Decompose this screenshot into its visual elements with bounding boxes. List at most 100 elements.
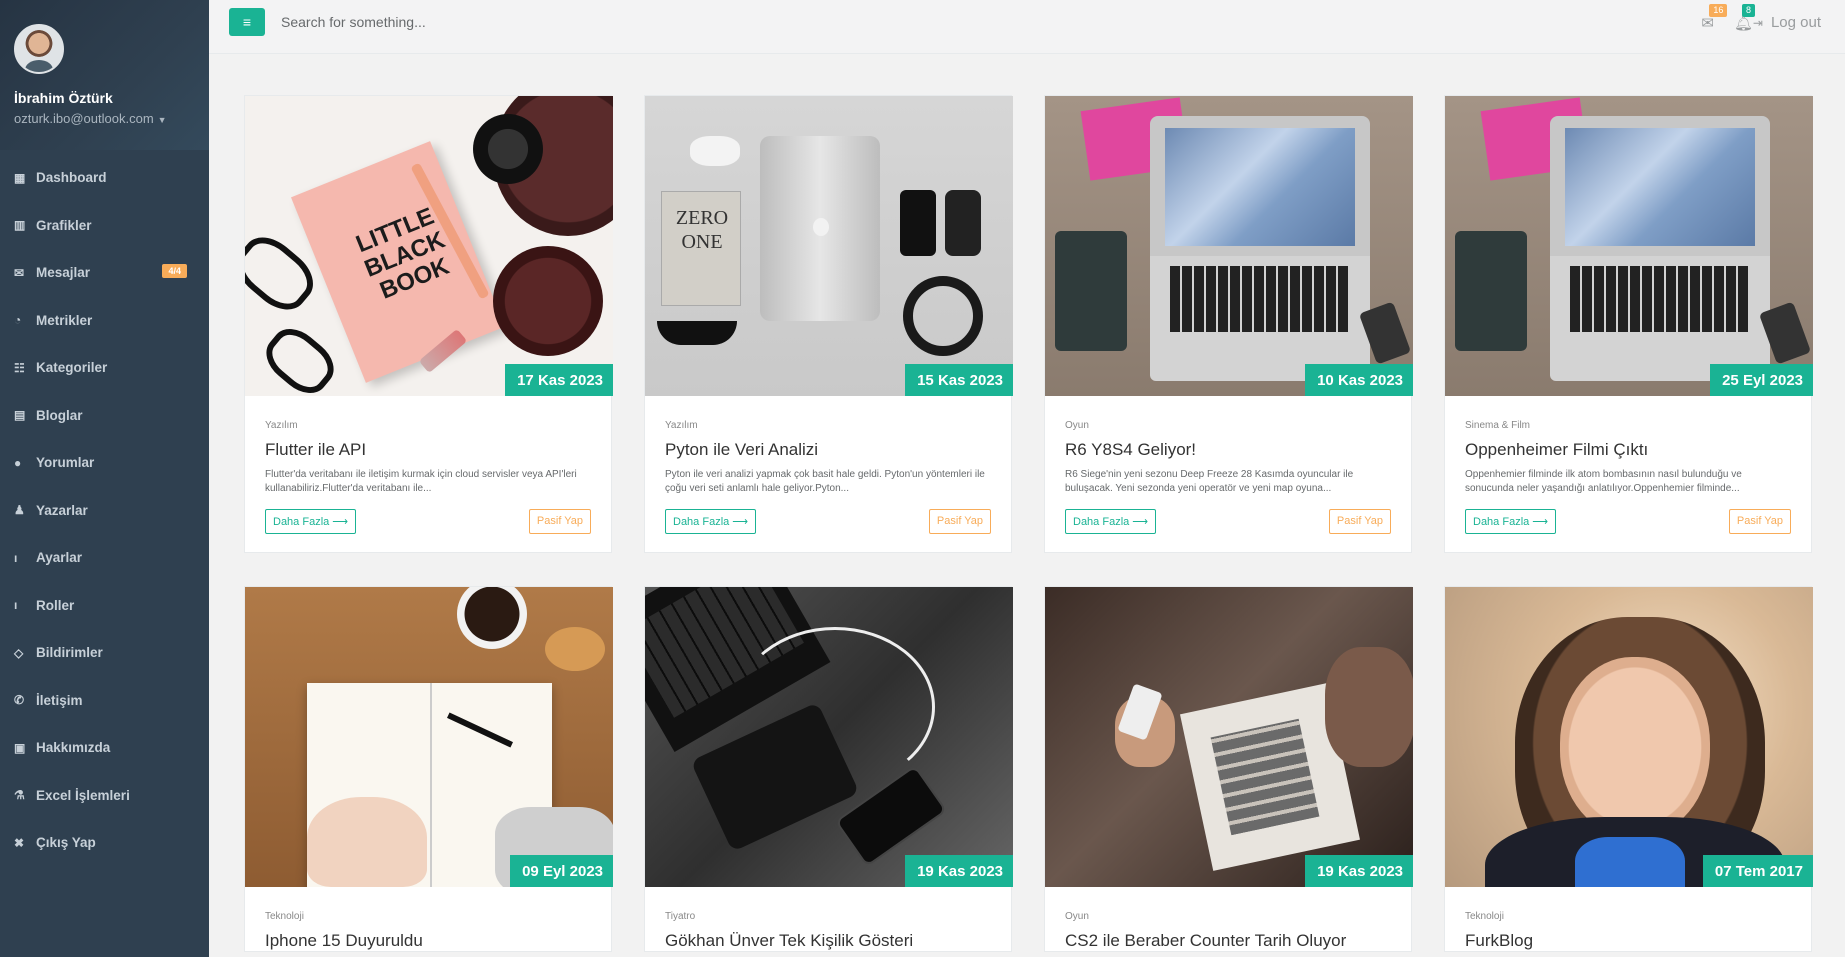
notifications-button[interactable]: 🔔︎ 8: [1733, 4, 1755, 32]
info-icon: ı: [14, 598, 18, 613]
read-more-button[interactable]: Daha Fazla ⟶: [1065, 509, 1157, 534]
sidebar-item-çıkış-yap[interactable]: ✖ Çıkış Yap: [0, 819, 209, 867]
date-badge: 07 Tem 2017: [1702, 855, 1813, 887]
category-label: Teknoloji: [265, 911, 304, 922]
deactivate-button[interactable]: Pasif Yap: [928, 509, 991, 534]
sidebar-item-label: İletişim: [36, 692, 83, 708]
sidebar-item-grafikler[interactable]: ▥ Grafikler: [0, 202, 209, 250]
card-actions: Daha Fazla ⟶ Pasif Yap: [1465, 509, 1791, 552]
card-body: Yazılım Flutter ile API Flutter'da veritab…: [245, 396, 611, 552]
card-body: Tiyatro Gökhan Ünver Tek Kişilik Gösteri: [645, 887, 1011, 951]
search-input[interactable]: [281, 10, 881, 34]
info-icon: ı: [14, 550, 18, 565]
date-badge: 25 Eyl 2023: [1710, 364, 1813, 396]
sign-out-icon: ⇥: [1752, 16, 1763, 30]
mail-count-badge: 16: [1709, 4, 1728, 17]
close-icon: ✖: [14, 835, 25, 850]
deactivate-button[interactable]: Pasif Yap: [528, 509, 591, 534]
blog-title[interactable]: Iphone 15 Duyuruldu: [265, 931, 591, 951]
read-more-button[interactable]: Daha Fazla ⟶: [1465, 509, 1557, 534]
blog-title[interactable]: FurkBlog: [1465, 931, 1791, 951]
sidebar-item-label: Roller: [36, 597, 75, 613]
blog-cover-image[interactable]: 25 Eyl 2023: [1445, 96, 1813, 396]
sidebar-item-mesajlar[interactable]: ✉ Mesajlar 4/4: [0, 249, 209, 297]
blog-title[interactable]: Gökhan Ünver Tek Kişilik Gösteri: [665, 931, 991, 951]
topbar: ≡ ✉ 16 🔔︎ 8 ⇥ Log out: [209, 0, 1845, 54]
blog-cover-image[interactable]: 09 Eyl 2023: [245, 587, 613, 887]
contact-card-icon: ▣: [14, 740, 26, 755]
sidebar-item-kategoriler[interactable]: ☷ Kategoriler: [0, 344, 209, 392]
list-icon: ▤: [14, 408, 26, 423]
category-label: Sinema & Film: [1465, 420, 1531, 431]
sidebar-item-i-letişim[interactable]: ✆ İletişim: [0, 677, 209, 725]
blog-card: 19 Kas 2023 Oyun CS2 ile Beraber Counter T…: [1044, 586, 1413, 952]
date-badge: 15 Kas 2023: [905, 364, 1013, 396]
sidebar-item-dashboard[interactable]: ▦ Dashboard: [0, 154, 209, 202]
date-badge: 19 Kas 2023: [905, 855, 1013, 887]
bell-icon: 🔔︎: [1733, 15, 1753, 32]
sidebar-item-excel-i-şlemleri[interactable]: ⚗ Excel İşlemleri: [0, 772, 209, 820]
logout-button[interactable]: ⇥ Log out: [1753, 14, 1821, 31]
sidebar-item-label: Çıkış Yap: [36, 835, 96, 851]
category-label: Tiyatro: [665, 911, 696, 922]
comment-icon: ●: [14, 455, 22, 470]
sidebar-item-yazarlar[interactable]: ♟ Yazarlar: [0, 487, 209, 535]
menu-toggle-button[interactable]: ≡: [229, 8, 265, 36]
blog-title[interactable]: Pyton ile Veri Analizi: [665, 440, 991, 460]
category-label: Yazılım: [665, 420, 698, 431]
blog-cover-image[interactable]: 10 Kas 2023: [1045, 96, 1413, 396]
sidebar-item-roller[interactable]: ı Roller: [0, 582, 209, 630]
sidebar-item-label: Bloglar: [36, 407, 83, 423]
blog-card: 25 Eyl 2023 Sinema & Film Oppenheimer Film…: [1444, 95, 1813, 553]
sidebar-item-bloglar[interactable]: ▤ Bloglar: [0, 392, 209, 440]
deactivate-button[interactable]: Pasif Yap: [1728, 509, 1791, 534]
sidebar-item-label: Kategoriler: [36, 360, 108, 376]
blog-card: 10 Kas 2023 Oyun R6 Y8S4 Geliyor! R6 Siege'…: [1044, 95, 1413, 553]
read-more-button[interactable]: Daha Fazla ⟶: [665, 509, 757, 534]
blog-title[interactable]: CS2 ile Beraber Counter Tarih Oluyor: [1065, 931, 1391, 951]
category-label: Oyun: [1065, 911, 1089, 922]
pie-chart-icon: ◔: [14, 313, 22, 328]
blog-title[interactable]: Flutter ile API: [265, 440, 591, 460]
sidebar-item-hakkımızda[interactable]: ▣ Hakkımızda: [0, 724, 209, 772]
avatar[interactable]: [14, 24, 64, 74]
sidebar-item-ayarlar[interactable]: ı Ayarlar: [0, 534, 209, 582]
sidebar-item-label: Ayarlar: [36, 550, 83, 566]
blog-card: 09 Eyl 2023 Teknoloji Iphone 15 Duyuruldu: [244, 586, 613, 952]
read-more-button[interactable]: Daha Fazla ⟶: [265, 509, 357, 534]
blog-card: 07 Tem 2017 Teknoloji FurkBlog: [1444, 586, 1813, 952]
card-body: Yazılım Pyton ile Veri Analizi Pyton ile v…: [645, 396, 1011, 552]
sidebar-item-yorumlar[interactable]: ● Yorumlar: [0, 439, 209, 487]
blog-cover-image[interactable]: ZERO ONE 15 Kas 2023: [645, 96, 1013, 396]
sidebar-menu: ▦ Dashboard ▥ Grafikler ✉ Mesajlar 4/4 ◔ Metrikl…: [0, 154, 209, 867]
date-badge: 09 Eyl 2023: [510, 855, 613, 887]
blog-excerpt: R6 Siege'nin yeni sezonu Deep Freeze 28 …: [1065, 469, 1354, 494]
sidebar-item-metrikler[interactable]: ◔ Metrikler: [0, 297, 209, 345]
sidebar-item-label: Excel İşlemleri: [36, 787, 130, 803]
blog-title[interactable]: R6 Y8S4 Geliyor!: [1065, 440, 1391, 460]
blog-cover-image[interactable]: 07 Tem 2017: [1445, 587, 1813, 887]
sidebar-item-bildirimler[interactable]: ◇ Bildirimler: [0, 629, 209, 677]
profile-name: İbrahim Öztürk: [14, 90, 113, 106]
envelope-icon: ✉: [14, 265, 25, 280]
blog-cover-image[interactable]: LITTLE BLACK BOOK 17 Kas 2023: [245, 96, 613, 396]
sidebar-item-label: Yorumlar: [36, 455, 95, 471]
blog-cover-image[interactable]: 19 Kas 2023: [1045, 587, 1413, 887]
card-actions: Daha Fazla ⟶ Pasif Yap: [265, 509, 591, 552]
card-body: Sinema & Film Oppenheimer Filmi Çıktı Oppe…: [1445, 396, 1811, 552]
deactivate-button[interactable]: Pasif Yap: [1328, 509, 1391, 534]
message-count-badge: 4/4: [162, 264, 187, 278]
dashboard-icon: ▦: [14, 170, 26, 185]
users-icon: ☷: [14, 360, 25, 375]
blog-cover-image[interactable]: 19 Kas 2023: [645, 587, 1013, 887]
date-badge: 17 Kas 2023: [505, 364, 613, 396]
category-label: Teknoloji: [1465, 911, 1504, 922]
blog-excerpt: Flutter'da veritabanı ile iletişim kurma…: [265, 469, 577, 494]
profile-email-dropdown[interactable]: ozturk.ibo@outlook.com ▼: [14, 111, 195, 126]
profile-email: ozturk.ibo@outlook.com: [14, 111, 154, 126]
category-label: Oyun: [1065, 420, 1089, 431]
sidebar-item-label: Metrikler: [36, 312, 93, 328]
blog-title[interactable]: Oppenheimer Filmi Çıktı: [1465, 440, 1791, 460]
card-body: Oyun CS2 ile Beraber Counter Tarih Oluyor: [1045, 887, 1411, 951]
mail-button[interactable]: ✉ 16: [1701, 4, 1728, 32]
